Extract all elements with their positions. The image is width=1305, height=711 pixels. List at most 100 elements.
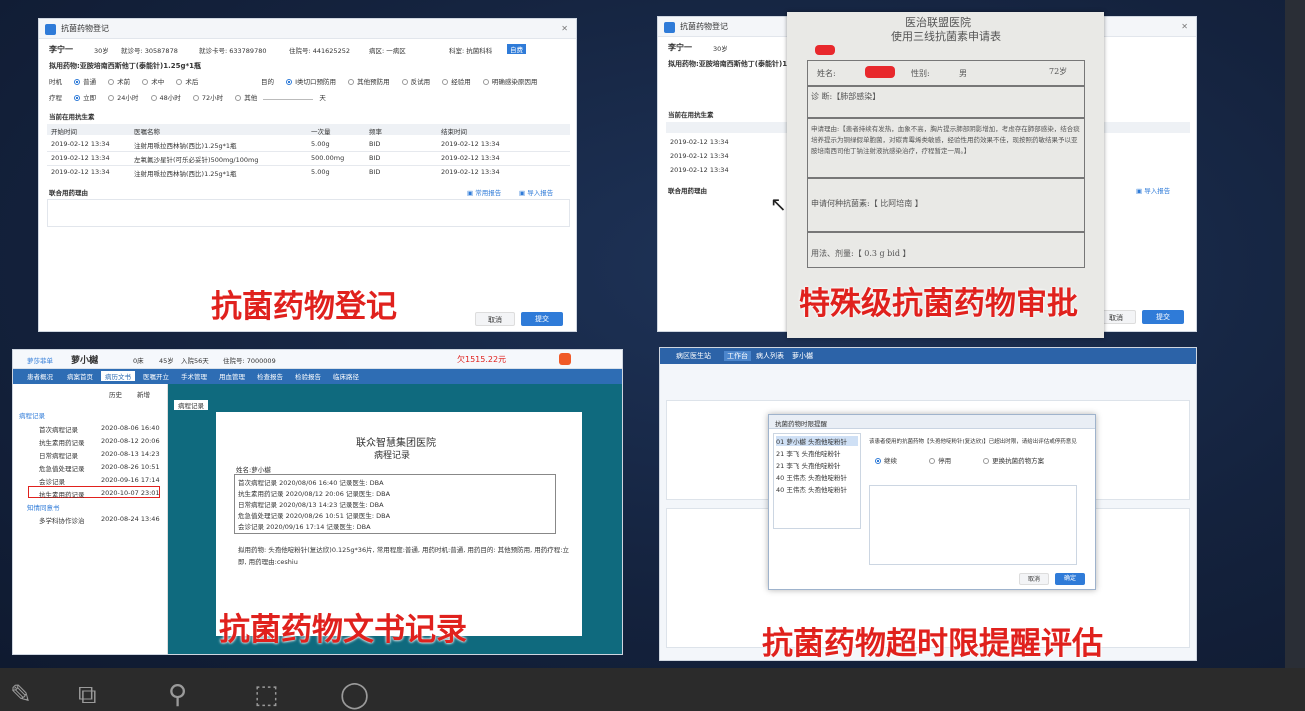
form-header-row xyxy=(807,60,1085,86)
cell: 左氧氟沙星针(可乐必妥针)500mg/100mg xyxy=(134,156,259,164)
tab-surgery[interactable]: 手术管理 xyxy=(181,371,207,381)
caption-document: 抗菌药物文书记录 xyxy=(219,612,467,648)
radio-purpose-1[interactable] xyxy=(286,79,293,85)
cell: 李飞 xyxy=(786,450,800,458)
radio-purpose-5[interactable] xyxy=(482,79,489,85)
history-button[interactable]: 历史 xyxy=(109,389,122,399)
radio-timing-normal[interactable] xyxy=(74,79,81,85)
print-button[interactable]: 打印 xyxy=(372,652,385,654)
app-title: 病区医生站 xyxy=(676,352,711,360)
course-days-input[interactable] xyxy=(263,99,314,100)
pencil-icon[interactable]: ✎ xyxy=(10,682,32,708)
tree-item-label[interactable]: 抗生素用药记录 xyxy=(39,489,85,499)
tab-exam[interactable]: 检查报告 xyxy=(257,371,283,381)
add-button[interactable]: 新增 xyxy=(137,389,150,399)
option-label: 继续 xyxy=(884,457,897,465)
radio-course-other[interactable] xyxy=(235,95,242,101)
save-button[interactable]: 保存 xyxy=(574,652,587,654)
crop-icon[interactable]: ⬚ xyxy=(254,682,279,708)
cell: 头孢他啶粉针 xyxy=(801,462,841,470)
radio-course-now[interactable] xyxy=(74,95,81,101)
tree-root-2[interactable]: 知情同意书 xyxy=(27,502,60,512)
cancel-button[interactable]: 取消 xyxy=(1019,573,1049,585)
new-button[interactable]: 新增 xyxy=(450,652,463,654)
close-icon[interactable]: ✕ xyxy=(561,19,568,39)
tab-orders[interactable]: 医嘱开立 xyxy=(143,371,169,381)
tree-root[interactable]: 病程记录 xyxy=(19,410,45,420)
radio-purpose-3[interactable] xyxy=(401,79,408,85)
self-pay-badge: 自费 xyxy=(507,44,526,54)
radio-stop[interactable] xyxy=(929,458,936,464)
radio-timing-intraop[interactable] xyxy=(142,79,149,85)
tab-patient[interactable]: 萝小樾 xyxy=(792,351,813,361)
cell: 2019-02-12 13:34 xyxy=(441,168,500,176)
radio-course-48[interactable] xyxy=(150,95,157,101)
tab-pathway[interactable]: 临床路径 xyxy=(333,371,359,381)
tree-item-label[interactable]: 多学科协作诊治 xyxy=(39,515,85,525)
info-dept: 科室: 抗菌科科 xyxy=(449,47,493,55)
doc-tab[interactable]: 病程记录 xyxy=(174,400,208,410)
delete-button[interactable]: 删除 xyxy=(496,652,509,654)
list-item[interactable]: 21 李飞 头孢他啶粉针 xyxy=(776,448,840,458)
common-report-link[interactable]: ▣ 常用报告 xyxy=(467,187,501,197)
list-item[interactable]: 01 萝小樾 头孢他啶粉针 xyxy=(776,436,858,446)
copy-icon[interactable]: ⧉ xyxy=(78,682,97,708)
radio-course-24[interactable] xyxy=(108,95,115,101)
list-item[interactable]: 40 王伟杰 头孢他啶粉针 xyxy=(776,484,847,494)
more-icon[interactable]: ◯ xyxy=(340,682,369,708)
list-item[interactable]: 40 王伟杰 头孢他啶粉针 xyxy=(776,472,847,482)
submit-button[interactable]: 提交 xyxy=(521,312,563,326)
option-row: 继续 停用 更换抗菌药物方案 xyxy=(865,455,1044,465)
option-label: 经验用 xyxy=(451,78,471,86)
search-icon[interactable]: ⚲ xyxy=(168,682,187,708)
tree-item-label[interactable]: 会诊记录 xyxy=(39,476,65,486)
tab-homepage[interactable]: 病案首页 xyxy=(67,371,93,381)
app-logo-icon xyxy=(45,24,56,35)
tree-item-label[interactable]: 危急值处理记录 xyxy=(39,463,85,473)
radio-purpose-2[interactable] xyxy=(348,79,355,85)
hospital-name: 联众智慧集团医院 xyxy=(356,438,436,449)
drug-text: 拟用药物: 头孢他啶粉针(复达欣)0.125g*36片, 常用程度:普通, 用药… xyxy=(238,546,569,566)
tab-overview[interactable]: 患者概况 xyxy=(27,371,53,381)
tab-workbench[interactable]: 工作台 xyxy=(724,351,751,361)
close-icon[interactable]: ✕ xyxy=(1181,17,1188,37)
list-item[interactable]: 21 李飞 头孢他啶粉针 xyxy=(776,460,840,470)
radio-timing-postop[interactable] xyxy=(176,79,183,85)
tree-item-label[interactable]: 首次病程记录 xyxy=(39,424,78,434)
col-dose: 一次量 xyxy=(311,128,331,136)
option-label: 术后 xyxy=(185,78,199,86)
cancel-button[interactable]: 取消 xyxy=(475,312,515,326)
timing-label: 时机 xyxy=(49,78,62,86)
reason-textarea[interactable] xyxy=(47,199,570,227)
cell: 2019-02-12 13:34 xyxy=(51,154,110,162)
submit-button[interactable]: 提交 xyxy=(1142,310,1184,324)
dialog-title: 抗菌药物时限提醒 xyxy=(775,420,827,428)
tab-documents[interactable]: 病历文书 xyxy=(101,371,135,381)
cell: 王伟杰 xyxy=(786,474,806,482)
form-sex-label: 性别: xyxy=(911,69,930,78)
tab-patient-list[interactable]: 病人列表 xyxy=(756,351,784,361)
evaluation-textarea[interactable] xyxy=(869,485,1077,565)
radio-change[interactable] xyxy=(983,458,990,464)
drug-list: 01 萝小樾 头孢他啶粉针 21 李飞 头孢他啶粉针 21 李飞 头孢他啶粉针 … xyxy=(773,433,861,529)
notification-icon[interactable] xyxy=(559,353,571,365)
combo-reason-label: 联合用药理由 xyxy=(49,189,88,197)
review-button[interactable]: 审核 xyxy=(410,652,423,654)
tab-lab[interactable]: 检验报告 xyxy=(295,371,321,381)
radio-timing-preop[interactable] xyxy=(108,79,115,85)
tree-item-date: 2020-10-07 23:01 xyxy=(101,489,160,497)
tree-item-label[interactable]: 抗生素用药记录 xyxy=(39,437,85,447)
register-window-title: 抗菌药物登记 ✕ xyxy=(39,19,576,39)
col-freq: 频率 xyxy=(369,128,382,136)
tree-item-label[interactable]: 日常病程记录 xyxy=(39,450,78,460)
radio-purpose-4[interactable] xyxy=(442,79,449,85)
import-report-link[interactable]: ▣ 导入报告 xyxy=(1136,185,1170,195)
radio-continue[interactable] xyxy=(875,458,881,464)
radio-course-72[interactable] xyxy=(192,95,199,101)
confirm-button[interactable]: 确定 xyxy=(1055,573,1085,585)
option-label: 立即 xyxy=(83,94,97,102)
form-name-label: 姓名: xyxy=(817,69,836,78)
redaction-mark xyxy=(815,45,835,55)
tab-blood[interactable]: 用血管理 xyxy=(219,371,245,381)
import-report-link[interactable]: ▣ 导入报告 xyxy=(519,187,553,197)
